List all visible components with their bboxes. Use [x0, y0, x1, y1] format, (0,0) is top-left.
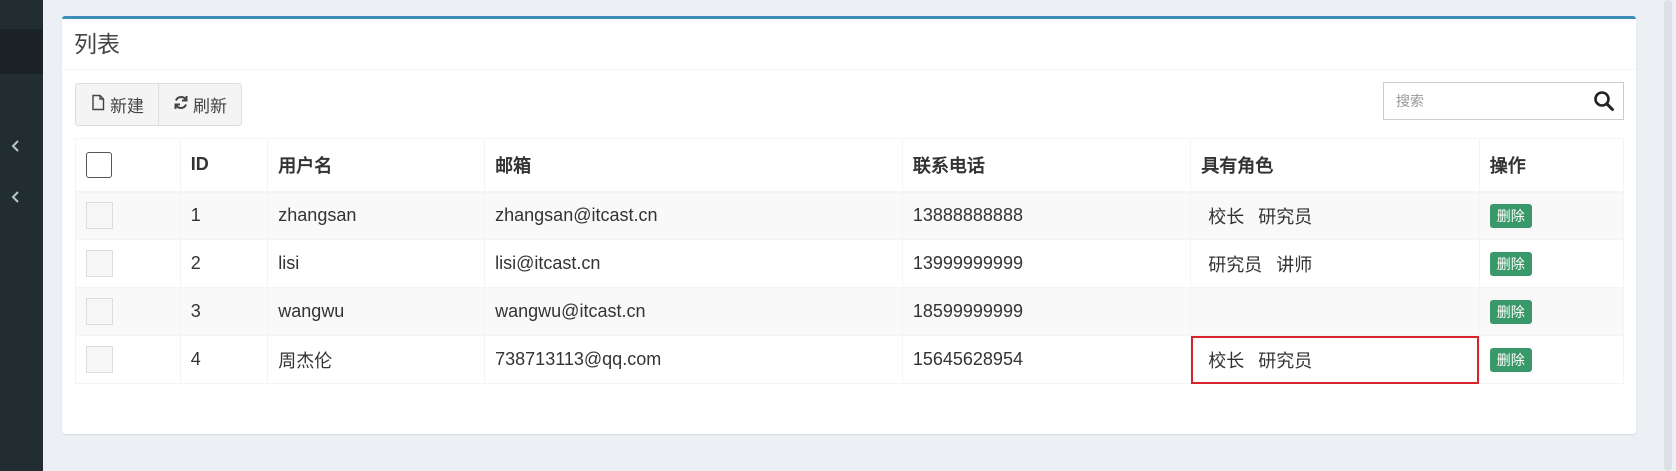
scrollbar-thumb[interactable] — [1664, 0, 1672, 471]
cell-ops: 删除 — [1478, 239, 1625, 288]
table-row[interactable]: 1 zhangsan zhangsan@itcast.cn 1388888888… — [75, 191, 1625, 240]
sidebar — [0, 0, 43, 471]
row-checkbox[interactable] — [86, 202, 113, 230]
user-table: ID 用户名 邮箱 联系电话 具有角色 操作 1 zhangsan zhangs… — [75, 138, 1625, 384]
new-button-label: 新建 — [110, 97, 144, 116]
table-row[interactable]: 4 周杰伦 738713113@qq.com 15645628954 校长 研究员… — [75, 335, 1625, 384]
chevron-left-icon[interactable] — [9, 190, 23, 204]
table-row[interactable]: 3 wangwu wangwu@itcast.cn 18599999999 删除 — [75, 287, 1625, 336]
header-roles[interactable]: 具有角色 — [1190, 138, 1480, 193]
refresh-button-label: 刷新 — [193, 97, 227, 116]
scrollbar-track[interactable] — [1658, 0, 1676, 471]
box-title: 列表 — [74, 31, 120, 57]
delete-button[interactable]: 删除 — [1489, 299, 1532, 324]
header-username[interactable]: 用户名 — [267, 138, 486, 193]
chevron-left-icon[interactable] — [9, 139, 23, 153]
cell-ops: 删除 — [1478, 287, 1625, 336]
row-select-cell — [75, 191, 181, 240]
row-checkbox[interactable] — [86, 298, 113, 325]
cell-username: zhangsan — [267, 191, 486, 240]
table-row[interactable]: 2 lisi lisi@itcast.cn 13999999999 研究员 讲师 … — [75, 239, 1625, 288]
role-tag: 讲师 — [1276, 254, 1313, 275]
cell-id: 1 — [179, 191, 269, 240]
role-tag: 研究员 — [1258, 206, 1313, 227]
header-phone[interactable]: 联系电话 — [901, 138, 1192, 193]
box-header: 列表 — [62, 19, 1636, 70]
delete-button[interactable]: 删除 — [1489, 251, 1532, 276]
role-tag: 研究员 — [1258, 350, 1313, 371]
row-select-cell — [75, 287, 181, 336]
new-button[interactable]: 新建 — [75, 83, 159, 126]
toolbar: 新建 刷新 — [75, 83, 242, 126]
role-tag: 校长 — [1208, 206, 1245, 227]
search-icon[interactable] — [1593, 90, 1615, 112]
cell-id: 2 — [179, 239, 269, 288]
cell-username: wangwu — [267, 287, 486, 336]
table-header-row: ID 用户名 邮箱 联系电话 具有角色 操作 — [75, 138, 1625, 193]
row-select-cell — [75, 239, 181, 288]
cell-id: 3 — [179, 287, 269, 336]
search-input[interactable] — [1384, 83, 1593, 119]
cell-phone: 13999999999 — [901, 239, 1192, 288]
cell-username: lisi — [267, 239, 486, 288]
row-checkbox[interactable] — [86, 346, 113, 373]
refresh-icon — [173, 94, 189, 116]
cell-phone: 15645628954 — [901, 335, 1192, 384]
delete-button[interactable]: 删除 — [1489, 203, 1532, 228]
cell-email: lisi@itcast.cn — [484, 239, 903, 288]
cell-ops: 删除 — [1478, 335, 1625, 384]
cell-email: zhangsan@itcast.cn — [484, 191, 903, 240]
delete-button[interactable]: 删除 — [1489, 347, 1532, 372]
file-icon — [90, 94, 106, 116]
cell-roles: 研究员 讲师 — [1190, 239, 1480, 288]
cell-id: 4 — [179, 335, 269, 384]
cell-roles — [1190, 287, 1480, 336]
row-select-cell — [75, 335, 181, 384]
cell-ops: 删除 — [1478, 191, 1625, 240]
list-box: 列表 新建 刷新 ID 用户名 邮 — [62, 16, 1636, 434]
header-select-all — [75, 138, 181, 193]
header-ops: 操作 — [1478, 138, 1625, 193]
cell-email: 738713113@qq.com — [484, 335, 903, 384]
role-tag: 研究员 — [1208, 254, 1263, 275]
cell-phone: 18599999999 — [901, 287, 1192, 336]
header-email[interactable]: 邮箱 — [484, 138, 903, 193]
row-checkbox[interactable] — [86, 250, 113, 277]
select-all-checkbox[interactable] — [86, 151, 112, 178]
cell-username: 周杰伦 — [267, 335, 486, 384]
cell-roles: 校长 研究员 — [1190, 191, 1480, 240]
cell-phone: 13888888888 — [901, 191, 1192, 240]
header-id[interactable]: ID — [179, 138, 269, 193]
sidebar-active-item[interactable] — [0, 29, 43, 74]
search-box — [1383, 82, 1624, 120]
role-tag: 校长 — [1208, 350, 1245, 371]
cell-email: wangwu@itcast.cn — [484, 287, 903, 336]
refresh-button[interactable]: 刷新 — [159, 83, 242, 126]
cell-roles: 校长 研究员 — [1190, 335, 1480, 384]
